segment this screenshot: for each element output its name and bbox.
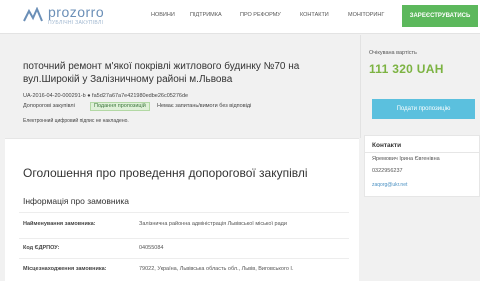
tender-id: UA-2016-04-20-000291-b ● fa5d27a67a7e421…: [23, 93, 189, 99]
nav-support[interactable]: Підтримка: [190, 12, 222, 18]
estimated-value: 111 320 UAH: [369, 62, 444, 76]
customer-name-key: Найменування замовника:: [23, 221, 96, 227]
sidebar-divider: [360, 35, 361, 138]
submit-proposal-button[interactable]: Подати пропозицію: [372, 99, 475, 119]
procurement-type: Допорогові закупівлі: [23, 103, 75, 109]
top-navbar: prozorro публічні закупівлі Новини Підтр…: [0, 0, 480, 34]
estimated-value-label: Очікувана вартість: [369, 50, 417, 56]
customer-info-title: Інформація про замовника: [23, 196, 130, 206]
questions-status: Немає запитань/вимоги без відповіді: [157, 103, 252, 109]
signature-note: Електронний цифровий підпис не накладено…: [23, 118, 129, 124]
customer-location-key: Місцезнаходження замовника:: [23, 266, 107, 272]
contact-phone: 0322956237: [372, 168, 403, 174]
status-badge: Подання пропозицій: [90, 102, 150, 111]
contact-email-link[interactable]: zaqorg@ukr.net: [372, 182, 407, 188]
customer-name-value: Залізнична районна адміністрація Львівсь…: [139, 221, 287, 227]
prozorro-logo-icon: [23, 7, 43, 22]
customer-location-value: 79022, Україна, Львівська область обл., …: [139, 266, 294, 272]
nav-contacts[interactable]: Контакти: [300, 12, 329, 18]
contact-name: Яремович Ірина Євгенівна: [372, 156, 440, 162]
divider: [19, 238, 349, 239]
logo-name: prozorro: [48, 4, 105, 20]
nav-about-reform[interactable]: Про реформу: [240, 12, 281, 18]
prozorro-logo[interactable]: prozorro публічні закупівлі: [23, 4, 123, 30]
logo-subtitle: публічні закупівлі: [48, 20, 104, 26]
tender-title: поточний ремонт м'якої покрівлі житловог…: [23, 61, 300, 85]
edrpou-key: Код ЄДРПОУ:: [23, 245, 60, 251]
divider: [19, 212, 349, 213]
announcement-heading: Оголошення про проведення допорогової за…: [23, 166, 308, 180]
contacts-title: Контакти: [372, 142, 402, 149]
edrpou-value: 04055084: [139, 245, 164, 251]
divider: [365, 152, 480, 153]
register-button[interactable]: Зареєструватись: [402, 5, 478, 27]
contacts-panel: Контакти Яремович Ірина Євгенівна 032295…: [364, 135, 480, 197]
nav-monitoring[interactable]: Моніторинг: [348, 12, 384, 18]
nav-news[interactable]: Новини: [151, 12, 175, 18]
divider: [19, 258, 349, 259]
announcement-panel: Оголошення про проведення допорогової за…: [5, 138, 359, 281]
